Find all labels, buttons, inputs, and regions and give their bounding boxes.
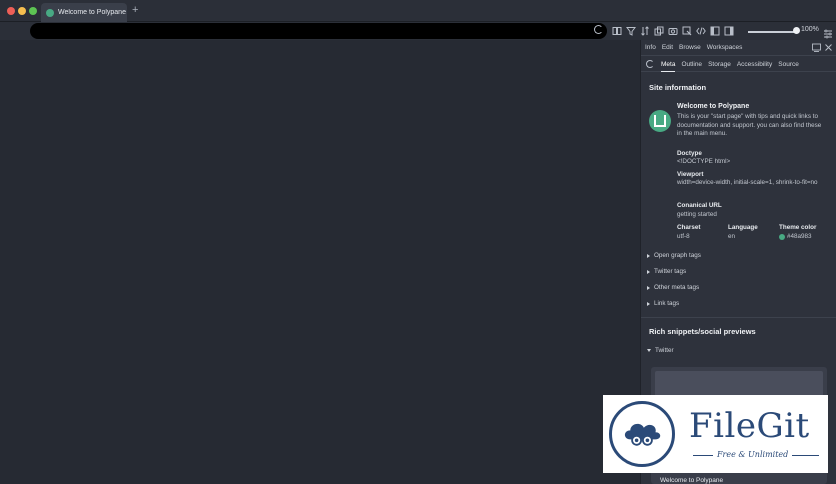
- twitter-tags-toggle[interactable]: Twitter tags: [647, 268, 686, 275]
- other-meta-tags-toggle[interactable]: Other meta tags: [647, 284, 699, 291]
- site-description: This is your "start page" with tips and …: [677, 113, 822, 137]
- zoom-slider[interactable]: [748, 31, 796, 33]
- theme-color-value: #48a983: [787, 233, 812, 240]
- caret-right-icon: [647, 301, 650, 306]
- tab-edit[interactable]: Edit: [662, 44, 673, 51]
- toolbar: 100%: [0, 22, 836, 40]
- copy-icon[interactable]: [654, 26, 664, 36]
- panel-tabs: Info Edit Browse Workspaces: [641, 40, 836, 56]
- charset-value: utf-8: [677, 233, 690, 240]
- dock-panel-icon[interactable]: [812, 43, 821, 52]
- viewport-value: width=device-width, initial-scale=1, shr…: [677, 179, 818, 186]
- tab-outline[interactable]: Outline: [681, 57, 702, 72]
- devtools-icon[interactable]: [710, 26, 720, 36]
- close-panel-icon[interactable]: [824, 43, 833, 52]
- language-value: en: [728, 233, 736, 240]
- doctype-label: Doctype: [677, 150, 702, 157]
- tab-info[interactable]: Info: [645, 44, 656, 51]
- canonical-url-value[interactable]: getting started: [677, 211, 717, 220]
- rich-snippets-heading: Rich snippets/social previews: [649, 327, 756, 336]
- site-information-heading: Site information: [649, 83, 707, 92]
- close-window-button[interactable]: [7, 7, 15, 15]
- sort-icon[interactable]: [640, 26, 650, 36]
- site-name: Welcome to Polypane: [677, 103, 750, 110]
- browser-tab[interactable]: Welcome to Polypane: [41, 3, 127, 22]
- tab-source[interactable]: Source: [778, 57, 799, 72]
- filegit-watermark: FileGit Free & Unlimited: [603, 395, 828, 473]
- caret-right-icon: [647, 285, 650, 290]
- page-viewport[interactable]: [0, 40, 640, 484]
- section-divider: [641, 317, 836, 318]
- link-tags-toggle[interactable]: Link tags: [647, 300, 679, 307]
- camera-icon[interactable]: [668, 26, 678, 36]
- tool-icons: [612, 26, 734, 36]
- minimize-window-button[interactable]: [18, 7, 26, 15]
- theme-color-label: Theme color: [779, 224, 817, 231]
- theme-color-swatch: [779, 234, 785, 240]
- viewport-label: Viewport: [677, 171, 704, 178]
- polypane-favicon-icon: [46, 8, 54, 17]
- title-bar: Welcome to Polypane +: [0, 0, 836, 22]
- caret-down-icon: [647, 349, 651, 352]
- watermark-brand: FileGit: [689, 406, 810, 446]
- settings-menu-icon[interactable]: [823, 26, 833, 39]
- new-tab-button[interactable]: +: [132, 3, 138, 17]
- filegit-logo-icon: [609, 401, 675, 467]
- watermark-tagline: Free & Unlimited: [713, 450, 793, 459]
- caret-right-icon: [647, 269, 650, 274]
- tab-meta[interactable]: Meta: [661, 57, 676, 72]
- caret-right-icon: [647, 253, 650, 258]
- sub-tabs: Meta Outline Storage Accessibility Sourc…: [641, 57, 836, 72]
- tab-browse[interactable]: Browse: [679, 44, 701, 51]
- reload-icon[interactable]: [594, 25, 603, 34]
- filter-icon[interactable]: [626, 26, 636, 36]
- code-icon[interactable]: [696, 26, 706, 36]
- reader-icon[interactable]: [612, 26, 622, 36]
- language-label: Language: [728, 224, 758, 231]
- inspect-icon[interactable]: [682, 26, 692, 36]
- tab-title: Welcome to Polypane: [58, 9, 126, 16]
- tab-accessibility[interactable]: Accessibility: [737, 57, 772, 72]
- zoom-slider-handle[interactable]: [793, 27, 800, 34]
- preview-title: Welcome to Polypane: [660, 477, 724, 484]
- zoom-level: 100%: [801, 26, 819, 33]
- doctype-value: <!DOCTYPE html>: [677, 158, 731, 165]
- maximize-window-button[interactable]: [29, 7, 37, 15]
- twitter-preview-toggle[interactable]: Twitter: [647, 347, 674, 354]
- open-graph-tags-toggle[interactable]: Open graph tags: [647, 252, 701, 259]
- polypane-logo: [649, 110, 671, 132]
- address-bar[interactable]: [30, 23, 607, 39]
- tab-workspaces[interactable]: Workspaces: [707, 44, 743, 51]
- panel-toggle-icon[interactable]: [724, 26, 734, 36]
- tab-storage[interactable]: Storage: [708, 57, 731, 72]
- charset-label: Charset: [677, 224, 701, 231]
- canonical-url-label: Conanical URL: [677, 202, 722, 209]
